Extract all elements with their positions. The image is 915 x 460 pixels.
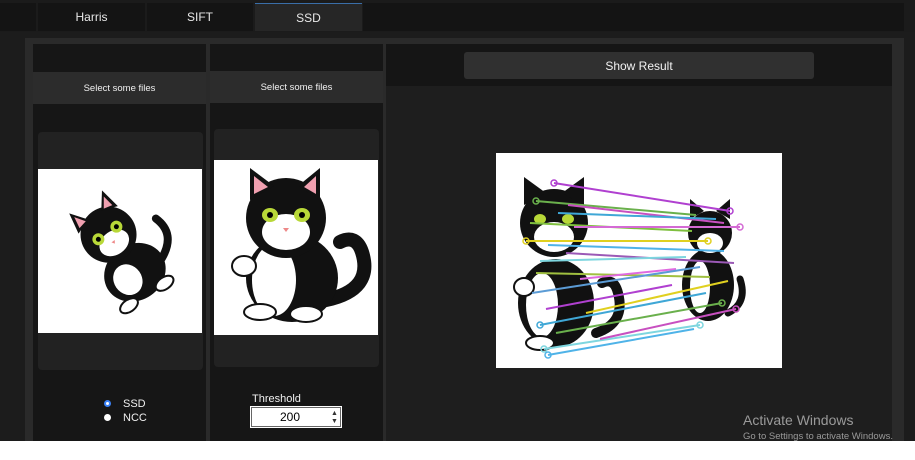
- bottom-strip: [0, 441, 915, 460]
- threshold-spin-down-icon[interactable]: ▼: [331, 418, 338, 425]
- input-image-1: [38, 169, 202, 333]
- activate-windows-subtitle: Go to Settings to activate Windows.: [743, 431, 893, 442]
- threshold-label: Threshold: [252, 393, 301, 405]
- select-files-button-1[interactable]: Select some files: [33, 72, 206, 104]
- cat-image-upright: [231, 168, 372, 323]
- show-result-button[interactable]: Show Result: [464, 52, 814, 79]
- tab-ssd[interactable]: SSD: [255, 3, 362, 31]
- select-files-button-2[interactable]: Select some files: [210, 71, 383, 103]
- tab-bar-edge: [0, 3, 36, 31]
- threshold-value: 200: [280, 410, 301, 424]
- threshold-input[interactable]: 200 ▲ ▼: [250, 406, 342, 428]
- input-image-2: [214, 160, 378, 335]
- activate-windows-title: Activate Windows: [743, 412, 854, 428]
- tab-sift[interactable]: SIFT: [147, 3, 253, 31]
- result-image: [496, 153, 782, 368]
- tab-bar-filler: [363, 3, 904, 31]
- threshold-spin-up-icon[interactable]: ▲: [331, 410, 338, 417]
- radio-ssd[interactable]: [104, 400, 111, 407]
- radio-ncc[interactable]: [104, 414, 111, 421]
- tab-harris[interactable]: Harris: [38, 3, 145, 31]
- matched-features-image: [513, 177, 746, 359]
- cat-image-tilted: [69, 190, 175, 315]
- radio-ssd-label: SSD: [123, 398, 146, 410]
- radio-ncc-label: NCC: [123, 412, 147, 424]
